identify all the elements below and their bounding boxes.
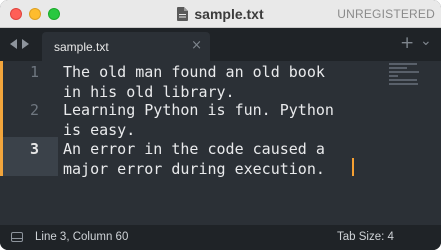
tab-bar: sample.txt × + ⌄	[0, 28, 441, 61]
new-tab-button[interactable]: +	[400, 33, 414, 53]
tab-label: sample.txt	[54, 40, 109, 54]
status-bar: Line 3, Column 60 Tab Size: 4	[0, 225, 441, 250]
tab-sample-txt[interactable]: sample.txt ×	[42, 32, 210, 61]
code-line-3[interactable]: An error in the code caused a major erro…	[63, 140, 325, 179]
editor-area[interactable]: 1 2 3 The old man found an old book in h…	[0, 61, 441, 225]
line-number-1: 1	[29, 63, 39, 81]
line-number-gutter: 1 2 3	[3, 61, 58, 225]
window-title-text: sample.txt	[194, 5, 264, 22]
code-line-2[interactable]: Learning Python is fun. Python is easy.	[63, 101, 334, 140]
code-line-1[interactable]: The old man found an old book in his old…	[63, 63, 325, 102]
title-bar: sample.txt UNREGISTERED	[0, 0, 441, 28]
minimap[interactable]	[389, 63, 427, 85]
tab-size-indicator[interactable]: Tab Size: 4	[337, 231, 394, 243]
chevron-right-icon[interactable]	[22, 39, 29, 49]
text-cursor	[352, 158, 354, 176]
tab-overflow-icon[interactable]: ⌄	[420, 33, 432, 49]
panel-toggle-icon[interactable]	[11, 232, 23, 242]
tab-close-icon[interactable]: ×	[191, 38, 202, 53]
line-number-2: 2	[29, 101, 39, 119]
chevron-left-icon[interactable]	[10, 39, 17, 49]
unregistered-label: UNREGISTERED	[337, 7, 435, 21]
line-number-3: 3	[29, 140, 39, 158]
file-icon	[177, 6, 189, 21]
cursor-position[interactable]: Line 3, Column 60	[35, 231, 128, 243]
editor-window: sample.txt UNREGISTERED sample.txt × + ⌄…	[0, 0, 441, 250]
